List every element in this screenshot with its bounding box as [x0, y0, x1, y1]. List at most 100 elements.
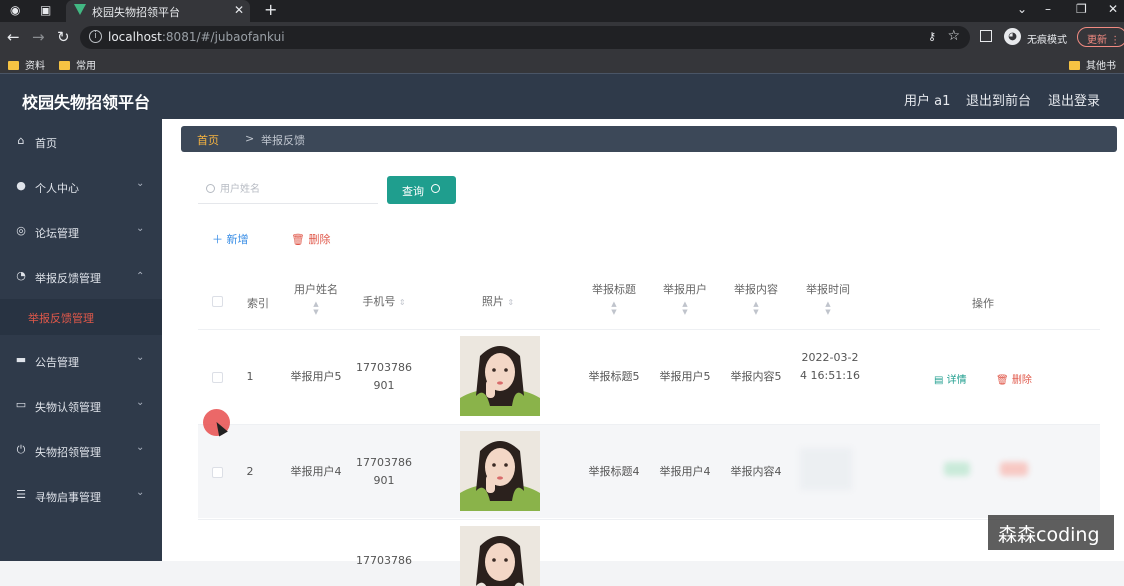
update-button[interactable]: 更新 ⋮	[1077, 27, 1124, 47]
blurred-region	[800, 448, 852, 490]
folder-icon	[59, 61, 70, 70]
trash-icon: 🗑	[996, 375, 1009, 386]
app-title: 校园失物招领平台	[22, 93, 151, 112]
table-row: 1 举报用户5 17703786901 举报标题5 举报用户5 举报内容5 20…	[198, 329, 1100, 423]
bookmark-folder-changyong[interactable]: 常用	[59, 57, 96, 72]
column-header-photo[interactable]: 照片 ⇕	[468, 293, 528, 309]
back-icon[interactable]: ←	[7, 28, 20, 46]
portrait-image	[460, 526, 540, 586]
new-tab-icon[interactable]: +	[264, 0, 277, 19]
table-header: 索引 用户姓名 ▲ ▼ 手机号 ⇕ 照片 ⇕ 举报标题 ▲ ▼ 举报用户 ▲ ▼ 举报内容 ▲…	[198, 269, 1100, 329]
list-icon: ☰	[16, 488, 26, 501]
column-header-name[interactable]: 用户姓名 ▲ ▼	[284, 281, 348, 316]
breadcrumb: 首页 > 举报反馈	[181, 126, 1117, 152]
column-header-time[interactable]: 举报时间 ▲ ▼	[800, 281, 856, 316]
bookmark-star-icon[interactable]: ☆	[947, 28, 960, 44]
sidebar-item-notice[interactable]: ▬ 公告管理 ⌄	[0, 340, 162, 380]
forward-icon[interactable]: →	[32, 28, 45, 46]
chat-icon: ▭	[15, 398, 27, 411]
sort-icon: ▲ ▼	[753, 300, 759, 316]
incognito-icon[interactable]: ◕	[1004, 28, 1021, 45]
breadcrumb-current: 举报反馈	[261, 134, 305, 147]
site-info-icon[interactable]: i	[89, 30, 102, 43]
main-content: 首页 > 举报反馈 查询 ＋ 新增 🗑 删除 索引 用户姓名▲▼ 手机号 ⇕ 照…	[162, 119, 1124, 586]
chevron-down-icon: ⌄	[136, 352, 145, 363]
tab-list-icon[interactable]: ▣	[40, 3, 51, 17]
search-input[interactable]	[220, 180, 370, 198]
current-user: 用户 a1	[904, 94, 951, 109]
home-icon: ⌂	[17, 134, 25, 147]
tab-title: 校园失物招领平台	[92, 6, 180, 19]
search-field[interactable]	[198, 176, 378, 204]
sidebar-item-forum[interactable]: ◎ 论坛管理 ⌄	[0, 211, 162, 251]
user-photo[interactable]	[460, 336, 540, 416]
portrait-image	[460, 336, 540, 416]
select-all-checkbox[interactable]	[212, 296, 223, 307]
sidebar-item-home[interactable]: ⌂ 首页	[0, 121, 162, 161]
cell-user: 举报用户4	[659, 465, 711, 478]
minimize-icon[interactable]: –	[1045, 2, 1051, 16]
browser-tab-bar: ◉ ▣ 校园失物招领平台 ✕ + ⌄ – ❐ ✕	[0, 0, 1124, 22]
sidebar: ⌂ 首页 ● 个人中心 ⌄ ◎ 论坛管理 ⌄ ◔ 举报反馈管理 ⌃ 举报反馈管理…	[0, 119, 162, 561]
sidebar-item-report[interactable]: ◔ 举报反馈管理 ⌃	[0, 256, 162, 296]
chevron-down-icon[interactable]: ⌄	[1017, 2, 1027, 16]
power-icon: ⏻	[16, 443, 26, 456]
row-checkbox[interactable]	[212, 467, 223, 478]
column-header-phone[interactable]: 手机号 ⇕	[356, 293, 412, 309]
incognito-label: 无痕模式	[1027, 35, 1067, 46]
column-header-index: 索引	[247, 297, 269, 310]
cell-name: 举报用户4	[290, 465, 342, 478]
browser-menu-icon[interactable]: ◉	[10, 3, 20, 17]
column-header-user[interactable]: 举报用户 ▲ ▼	[657, 281, 713, 316]
logout-link[interactable]: 退出登录	[1048, 90, 1100, 109]
batch-delete-button[interactable]: 🗑 删除	[291, 231, 330, 247]
add-button[interactable]: ＋ 新增	[212, 231, 249, 247]
sidebar-item-personal[interactable]: ● 个人中心 ⌄	[0, 166, 162, 206]
sort-icon: ▲ ▼	[825, 300, 831, 316]
app-header: 校园失物招领平台 用户 a1 退出到前台 退出登录	[0, 73, 1124, 119]
sidebar-subitem-report[interactable]: 举报反馈管理	[0, 299, 162, 335]
blurred-detail-button	[944, 462, 970, 476]
detail-button[interactable]: ▤ 详情	[934, 371, 967, 386]
monitor-icon: ▬	[15, 353, 27, 366]
cell-index: 1	[246, 370, 254, 383]
portrait-image	[460, 431, 540, 511]
user-photo[interactable]	[460, 431, 540, 511]
bookmarks-bar: 资料 常用 其他书签	[0, 53, 1124, 87]
column-header-ops: 操作	[972, 297, 994, 310]
sort-icon: ▲ ▼	[682, 300, 688, 316]
close-window-icon[interactable]: ✕	[1108, 2, 1118, 16]
cell-index: 2	[246, 465, 254, 478]
cell-content: 举报内容4	[730, 465, 782, 478]
user-icon: ●	[16, 179, 26, 192]
browser-tab[interactable]: 校园失物招领平台 ✕	[66, 0, 250, 22]
side-panel-icon[interactable]	[980, 30, 992, 42]
cell-phone: 17703786	[356, 554, 412, 567]
url-text[interactable]: localhost:8081/#/jubaofankui	[108, 30, 285, 44]
column-header-content[interactable]: 举报内容 ▲ ▼	[728, 281, 784, 316]
sidebar-item-lostfound[interactable]: ⏻ 失物招领管理 ⌄	[0, 430, 162, 470]
row-delete-button[interactable]: 🗑 删除	[996, 371, 1032, 386]
table-row: 17703786	[198, 519, 1100, 586]
report-table: 索引 用户姓名 ▲ ▼ 手机号 ⇕ 照片 ⇕ 举报标题 ▲ ▼ 举报用户 ▲ ▼ 举报内容 ▲…	[198, 269, 1100, 586]
cell-phone: 17703786901	[356, 456, 412, 487]
reload-icon[interactable]: ↻	[57, 28, 70, 46]
sort-icon: ▲ ▼	[313, 300, 319, 316]
exit-to-front-link[interactable]: 退出到前台	[966, 90, 1031, 109]
query-button[interactable]: 查询	[387, 176, 456, 204]
chevron-up-icon: ⌃	[136, 271, 145, 282]
row-checkbox[interactable]	[212, 372, 223, 383]
search-icon	[206, 184, 215, 193]
bookmark-folder-ziliao[interactable]: 资料	[8, 57, 45, 72]
gauge-icon: ◔	[16, 269, 26, 282]
sidebar-item-claim[interactable]: ▭ 失物认领管理 ⌄	[0, 385, 162, 425]
close-tab-icon[interactable]: ✕	[234, 3, 244, 17]
user-photo[interactable]	[460, 526, 540, 586]
column-header-title[interactable]: 举报标题 ▲ ▼	[586, 281, 642, 316]
breadcrumb-home[interactable]: 首页	[197, 132, 219, 148]
restore-icon[interactable]: ❐	[1076, 2, 1087, 16]
sidebar-item-seeking[interactable]: ☰ 寻物启事管理 ⌄	[0, 475, 162, 515]
cell-content: 举报内容5	[730, 370, 782, 383]
key-icon[interactable]: ⚷	[928, 30, 936, 43]
url-field[interactable]: i localhost:8081/#/jubaofankui ⚷ ☆	[80, 26, 970, 49]
